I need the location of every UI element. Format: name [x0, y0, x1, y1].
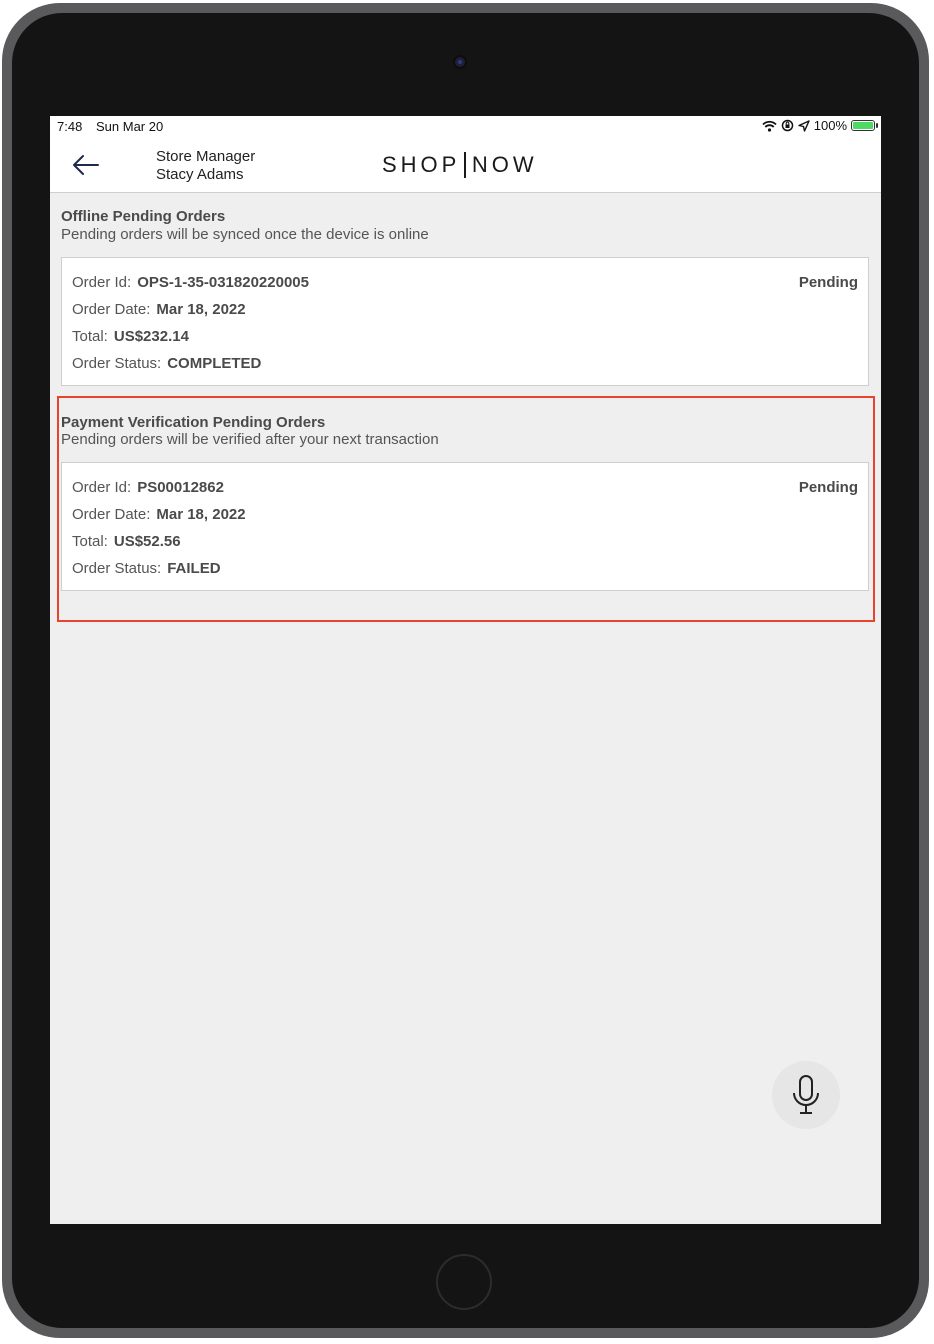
orientation-lock-icon: [781, 119, 793, 132]
order-total-label: Total:: [72, 328, 108, 345]
home-button[interactable]: [436, 1254, 492, 1310]
user-name: Stacy Adams: [156, 166, 244, 183]
order-total-row: Total: US$232.14: [72, 328, 189, 345]
order-status-label: Order Status:: [72, 355, 162, 372]
order-status-row: Order Status: COMPLETED: [72, 355, 261, 372]
microphone-icon: [793, 1075, 819, 1114]
app-header: Store Manager Stacy Adams SHOP NOW: [50, 138, 881, 193]
status-time: 7:48: [57, 119, 83, 134]
front-camera: [453, 55, 467, 69]
offline-section-subtitle: Pending orders will be synced once the d…: [61, 226, 429, 243]
order-total-value: US$232.14: [113, 328, 189, 345]
offline-section-title: Offline Pending Orders: [61, 208, 226, 225]
app-screen: 7:48 Sun Mar 20 100% Store Manager Stacy…: [50, 116, 881, 1224]
highlight-box: [57, 396, 875, 622]
battery-percent: 100%: [813, 118, 847, 133]
brand-divider: [464, 152, 466, 178]
order-id-label: Order Id:: [72, 274, 132, 291]
wifi-icon: [762, 120, 777, 132]
user-role: Store Manager: [156, 148, 256, 165]
offline-order-card[interactable]: Order Id: OPS-1-35-031820220005 Order Dat…: [61, 257, 869, 386]
voice-search-button[interactable]: [772, 1061, 840, 1129]
order-date-label: Order Date:: [72, 301, 151, 318]
order-id-row: Order Id: OPS-1-35-031820220005: [72, 274, 309, 291]
status-indicators: 100%: [762, 118, 878, 133]
order-date-row: Order Date: Mar 18, 2022: [72, 301, 246, 318]
status-date: Sun Mar 20: [96, 119, 164, 134]
back-arrow-icon[interactable]: [68, 150, 104, 180]
brand-logo-right: NOW: [471, 152, 538, 177]
pending-badge: Pending: [798, 274, 858, 291]
order-id-value: OPS-1-35-031820220005: [137, 274, 309, 291]
location-icon: [798, 119, 810, 132]
status-bar: 7:48 Sun Mar 20 100%: [50, 116, 881, 138]
brand-logo-left: SHOP: [382, 152, 461, 177]
order-status-value: COMPLETED: [167, 355, 262, 372]
brand-logo: SHOP NOW: [382, 152, 538, 178]
battery-icon: [851, 120, 878, 131]
order-date-value: Mar 18, 2022: [156, 301, 246, 318]
